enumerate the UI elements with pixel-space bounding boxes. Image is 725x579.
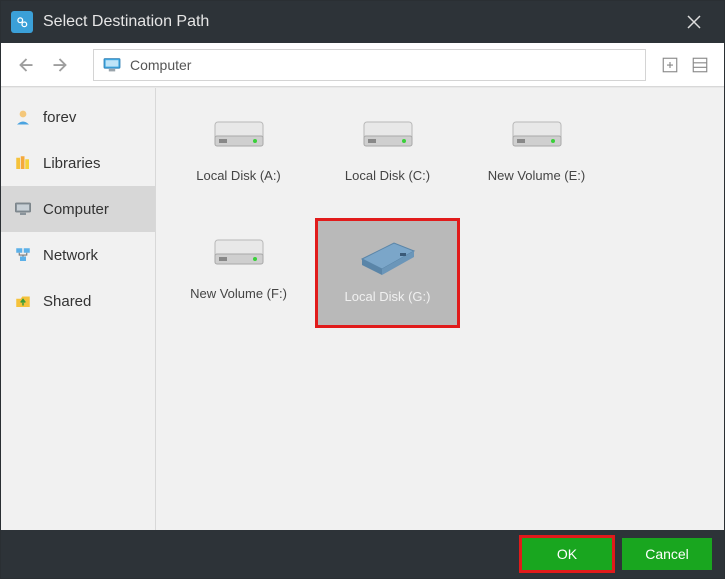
computer-icon [13,199,33,219]
sidebar-item-libraries[interactable]: Libraries [1,140,155,186]
dialog-window: Select Destination Path Computer [0,0,725,579]
drive-item[interactable]: New Volume (E:) [464,100,609,210]
drive-label: New Volume (F:) [190,286,287,301]
drive-icon [505,108,569,156]
toolbar: Computer [1,43,724,87]
drive-item[interactable]: Local Disk (C:) [315,100,460,210]
drive-item[interactable]: New Volume (F:) [166,218,311,328]
body: forev Libraries Computer Network [1,87,724,530]
drive-label: Local Disk (C:) [345,168,430,183]
libraries-icon [13,153,33,173]
drive-label: Local Disk (G:) [345,289,431,304]
sidebar-item-label: Computer [43,201,109,218]
drive-icon [356,108,420,156]
sidebar-item-shared[interactable]: Shared [1,278,155,324]
window-title: Select Destination Path [43,13,674,31]
close-button[interactable] [674,1,714,43]
drive-icon [207,226,271,274]
app-icon [11,11,33,33]
sidebar-item-forev[interactable]: forev [1,94,155,140]
sidebar-item-label: Libraries [43,155,101,172]
sidebar-item-label: Network [43,247,98,264]
path-bar[interactable]: Computer [93,49,646,81]
file-grid[interactable]: Local Disk (A:) Local Disk (C:) New Volu… [156,88,724,530]
title-bar: Select Destination Path [1,1,724,43]
new-folder-button[interactable] [656,51,684,79]
footer: OK Cancel [1,530,724,578]
nav-arrows [11,51,75,79]
sidebar: forev Libraries Computer Network [1,88,156,530]
forward-button[interactable] [47,51,75,79]
sidebar-item-network[interactable]: Network [1,232,155,278]
toolbar-actions [656,51,714,79]
view-list-button[interactable] [686,51,714,79]
sidebar-item-label: forev [43,109,76,126]
sidebar-item-computer[interactable]: Computer [1,186,155,232]
drive-label: New Volume (E:) [488,168,586,183]
drive-icon [356,229,420,277]
network-icon [13,245,33,265]
cancel-button[interactable]: Cancel [622,538,712,570]
drive-label: Local Disk (A:) [196,168,281,183]
ok-button[interactable]: OK [522,538,612,570]
user-icon [13,107,33,127]
drive-item[interactable]: Local Disk (G:) [315,218,460,328]
back-button[interactable] [11,51,39,79]
drive-icon [207,108,271,156]
shared-icon [13,291,33,311]
computer-icon [102,57,122,73]
sidebar-item-label: Shared [43,293,91,310]
drive-item[interactable]: Local Disk (A:) [166,100,311,210]
path-text: Computer [130,57,191,73]
